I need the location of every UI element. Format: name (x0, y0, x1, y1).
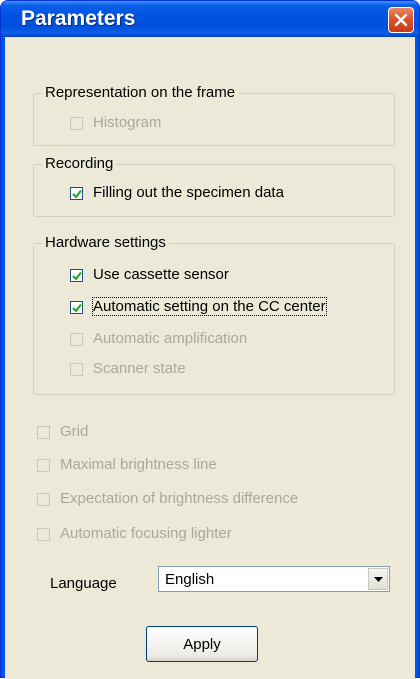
auto-amplification-checkbox-box[interactable] (70, 333, 83, 346)
focusing-lighter-label: Automatic focusing lighter (60, 525, 232, 542)
chevron-down-icon (374, 577, 383, 582)
cassette-sensor-checkbox-box[interactable] (70, 269, 83, 282)
brightness-line-checkbox-box[interactable] (37, 459, 50, 472)
hardware-group: Hardware settings Use cassette sensor Au… (33, 234, 395, 395)
grid-label: Grid (60, 423, 89, 440)
scanner-state-checkbox-box[interactable] (70, 363, 83, 376)
language-value: English (165, 571, 215, 588)
brightness-line-label: Maximal brightness line (60, 456, 217, 473)
grid-checkbox-box[interactable] (37, 426, 50, 439)
representation-group: Representation on the frame Histogram (33, 84, 395, 146)
parameters-window: Parameters Representation on the frame H… (0, 0, 420, 679)
specimen-data-checkbox-box[interactable] (70, 187, 83, 200)
brightness-difference-checkbox-box[interactable] (37, 493, 50, 506)
close-button[interactable] (388, 7, 414, 33)
representation-group-title: Representation on the frame (42, 84, 239, 101)
focusing-lighter-checkbox-box[interactable] (37, 528, 50, 541)
window-title: Parameters (21, 7, 136, 30)
dialog-body: Representation on the frame Histogram Re… (5, 37, 415, 679)
scanner-state-label: Scanner state (93, 360, 186, 377)
language-select[interactable]: English (158, 566, 390, 592)
checkmark-icon (72, 303, 82, 313)
histogram-label: Histogram (93, 114, 162, 131)
close-icon (394, 13, 408, 27)
language-label: Language (50, 575, 117, 592)
language-dropdown-button[interactable] (368, 568, 388, 590)
auto-amplification-label: Automatic amplification (93, 330, 248, 347)
recording-group: Recording Filling out the specimen data (33, 155, 395, 217)
histogram-checkbox-box[interactable] (70, 117, 83, 130)
cc-center-checkbox-box[interactable] (70, 301, 83, 314)
brightness-difference-label: Expectation of brightness difference (60, 490, 299, 507)
specimen-data-label: Filling out the specimen data (93, 184, 284, 201)
cassette-sensor-label: Use cassette sensor (93, 266, 229, 283)
title-bar[interactable]: Parameters (1, 1, 419, 37)
checkmark-icon (72, 189, 82, 199)
hardware-group-title: Hardware settings (42, 234, 169, 251)
checkmark-icon (72, 271, 82, 281)
cc-center-label: Automatic setting on the CC center (92, 297, 327, 316)
recording-group-title: Recording (42, 155, 117, 172)
apply-button[interactable]: Apply (146, 626, 258, 662)
